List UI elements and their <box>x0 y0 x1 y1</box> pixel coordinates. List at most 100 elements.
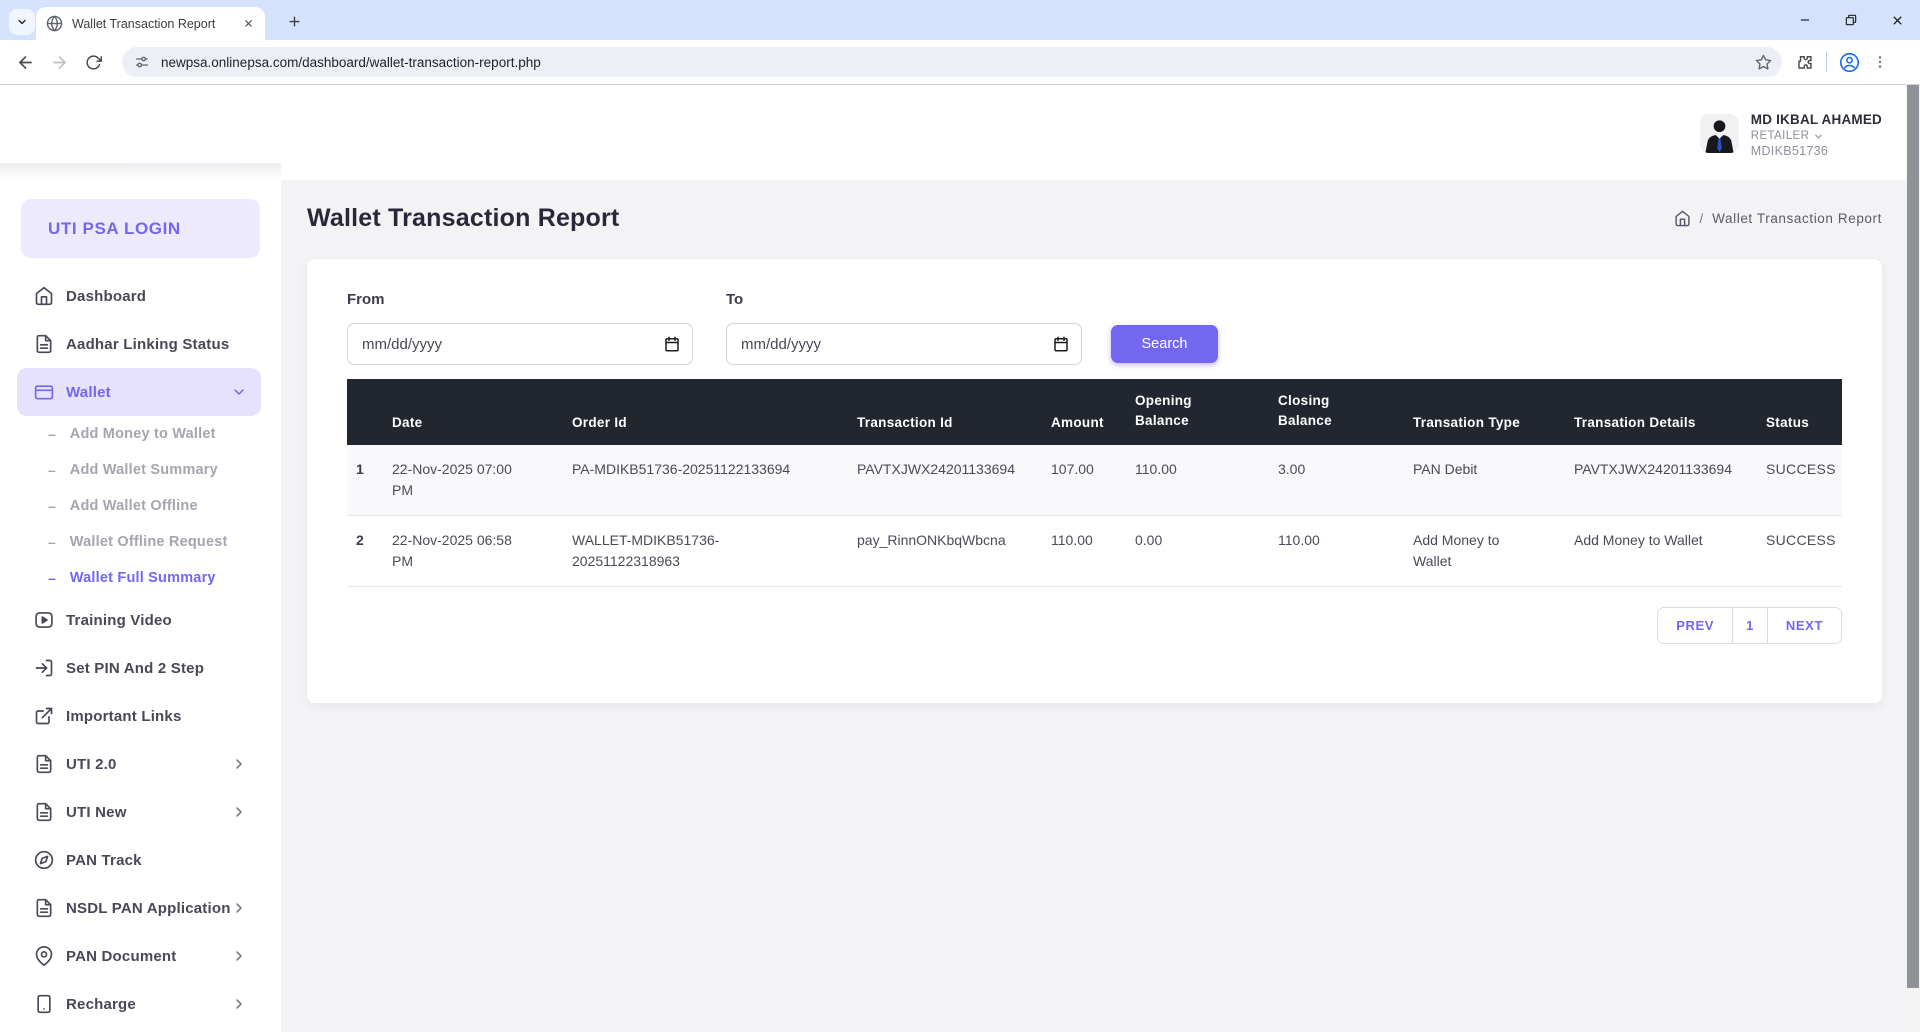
sidebar-subitem-add-wallet-offline[interactable]: – Add Wallet Offline <box>17 488 264 524</box>
close-icon <box>1890 13 1905 28</box>
tab-title: Wallet Transaction Report <box>72 17 239 31</box>
sidebar-item-training-video[interactable]: Training Video <box>17 596 261 644</box>
browser-menu-button[interactable] <box>1872 54 1888 70</box>
cell-opening-balance: 110.00 <box>1126 445 1269 516</box>
sidebar-item-nsdl-pan-application[interactable]: NSDL PAN Application <box>17 884 261 932</box>
cell-transation-type: PAN Debit <box>1404 445 1565 516</box>
sidebar-subitem-add-wallet-summary[interactable]: – Add Wallet Summary <box>17 452 264 488</box>
transactions-table: Date Order Id Transaction Id Amount Open… <box>347 379 1842 587</box>
smartphone-icon <box>34 994 54 1014</box>
pagination-prev-button[interactable]: PREV <box>1658 608 1732 643</box>
sidebar-item-uti-2-0[interactable]: UTI 2.0 <box>17 740 261 788</box>
to-date-group: To <box>726 291 1082 365</box>
sidebar-item-important-links[interactable]: Important Links <box>17 692 261 740</box>
app-frame: UTI PSA LOGIN Dashboard Aadhar Linking S… <box>0 85 1920 1032</box>
file-icon <box>34 334 54 354</box>
restore-button[interactable] <box>1842 11 1860 29</box>
map-pin-icon <box>34 946 54 966</box>
breadcrumb-separator: / <box>1700 211 1704 226</box>
site-settings-icon[interactable] <box>134 54 150 70</box>
sidebar-item-pan-document[interactable]: PAN Document <box>17 932 261 980</box>
profile-icon <box>1839 52 1860 73</box>
from-date-input[interactable] <box>347 323 693 365</box>
sidebar-item-label: Recharge <box>66 996 231 1013</box>
search-button[interactable]: Search <box>1111 325 1218 363</box>
sidebar-item-set-pin-and-2-step[interactable]: Set PIN And 2 Step <box>17 644 261 692</box>
cell-date: 22-Nov-2025 06:58 PM <box>383 516 563 587</box>
file-icon <box>34 802 54 822</box>
cell-closing-balance: 110.00 <box>1269 516 1404 587</box>
col-header-opening-balance: Opening Balance <box>1126 379 1269 445</box>
col-header-transaction-id: Transaction Id <box>848 379 1042 445</box>
sidebar-item-label: UTI New <box>66 804 231 821</box>
extensions-button[interactable] <box>1796 53 1814 71</box>
globe-favicon-icon <box>46 15 63 32</box>
forward-button[interactable] <box>42 45 76 79</box>
url-bar[interactable]: newpsa.onlinepsa.com/dashboard/wallet-tr… <box>122 47 1782 77</box>
compass-icon <box>34 850 54 870</box>
plus-icon <box>287 14 302 29</box>
sidebar-nav: Dashboard Aadhar Linking Status Wallet –… <box>0 272 281 1028</box>
user-role[interactable]: RETAILER <box>1751 130 1882 142</box>
sidebar-item-recharge[interactable]: Recharge <box>17 980 261 1028</box>
sidebar-item-pan-track[interactable]: PAN Track <box>17 836 261 884</box>
cell-amount: 107.00 <box>1042 445 1126 516</box>
bullet-dash: – <box>48 534 56 550</box>
tab-close-button[interactable] <box>239 15 257 33</box>
restore-icon <box>1844 13 1858 27</box>
report-card: From To Search <box>307 259 1882 703</box>
back-button[interactable] <box>8 45 42 79</box>
to-date-input[interactable] <box>726 323 1082 365</box>
bullet-dash: – <box>48 426 56 442</box>
sidebar-subitem-wallet-full-summary[interactable]: – Wallet Full Summary <box>17 560 264 596</box>
sidebar-subitem-wallet-offline-request[interactable]: – Wallet Offline Request <box>17 524 264 560</box>
sidebar-logo-area <box>0 85 281 163</box>
page-content: Wallet Transaction Report / Wallet Trans… <box>281 180 1906 1032</box>
browser-tab[interactable]: Wallet Transaction Report <box>36 7 265 40</box>
bullet-dash: – <box>48 498 56 514</box>
table-header-row: Date Order Id Transaction Id Amount Open… <box>347 379 1842 445</box>
cell-transation-type: Add Money to Wallet <box>1404 516 1565 587</box>
table-row: 2 22-Nov-2025 06:58 PM WALLET-MDIKB51736… <box>347 516 1842 587</box>
user-menu[interactable]: MD IKBAL AHAMED RETAILER MDIKB51736 <box>1700 112 1882 158</box>
close-window-button[interactable] <box>1888 11 1906 29</box>
reload-button[interactable] <box>76 45 110 79</box>
scrollbar-thumb[interactable] <box>1907 85 1919 988</box>
bookmark-star-icon[interactable] <box>1755 54 1772 71</box>
col-header-closing-balance: Closing Balance <box>1269 379 1404 445</box>
brand-badge[interactable]: UTI PSA LOGIN <box>21 199 260 258</box>
login-icon <box>34 658 54 678</box>
top-header-bar: MD IKBAL AHAMED RETAILER MDIKB51736 <box>281 85 1906 180</box>
profile-button[interactable] <box>1839 52 1860 73</box>
chevron-right-icon <box>231 996 247 1012</box>
sidebar-item-label: Dashboard <box>66 288 247 305</box>
sidebar-item-aadhar-linking-status[interactable]: Aadhar Linking Status <box>17 320 261 368</box>
pagination-page-1[interactable]: 1 <box>1732 608 1767 643</box>
sidebar-subitem-add-money-to-wallet[interactable]: – Add Money to Wallet <box>17 416 264 452</box>
home-icon[interactable] <box>1674 210 1691 227</box>
sidebar-item-dashboard[interactable]: Dashboard <box>17 272 261 320</box>
pagination-next-button[interactable]: NEXT <box>1767 608 1841 643</box>
page-title: Wallet Transaction Report <box>307 204 619 233</box>
sidebar-item-label: PAN Track <box>66 852 247 869</box>
col-header-transation-type: Transation Type <box>1404 379 1565 445</box>
reload-icon <box>85 54 102 71</box>
chevron-right-icon <box>231 948 247 964</box>
cell-opening-balance: 0.00 <box>1126 516 1269 587</box>
sidebar-item-wallet[interactable]: Wallet <box>17 368 261 416</box>
sidebar-item-label: UTI 2.0 <box>66 756 231 773</box>
page-scrollbar[interactable] <box>1906 85 1920 1032</box>
chevron-right-icon <box>231 756 247 772</box>
sidebar-item-uti-new[interactable]: UTI New <box>17 788 261 836</box>
breadcrumb-current: Wallet Transaction Report <box>1712 211 1882 226</box>
chevron-down-icon <box>231 384 247 400</box>
filter-form: From To Search <box>347 291 1842 365</box>
col-header-order-id: Order Id <box>563 379 848 445</box>
minimize-button[interactable] <box>1796 11 1814 29</box>
external-link-icon <box>34 706 54 726</box>
avatar <box>1700 114 1739 153</box>
col-header-index <box>347 379 383 445</box>
tab-search-button[interactable] <box>9 9 35 35</box>
bullet-dash: – <box>48 570 56 586</box>
new-tab-button[interactable] <box>282 9 306 33</box>
